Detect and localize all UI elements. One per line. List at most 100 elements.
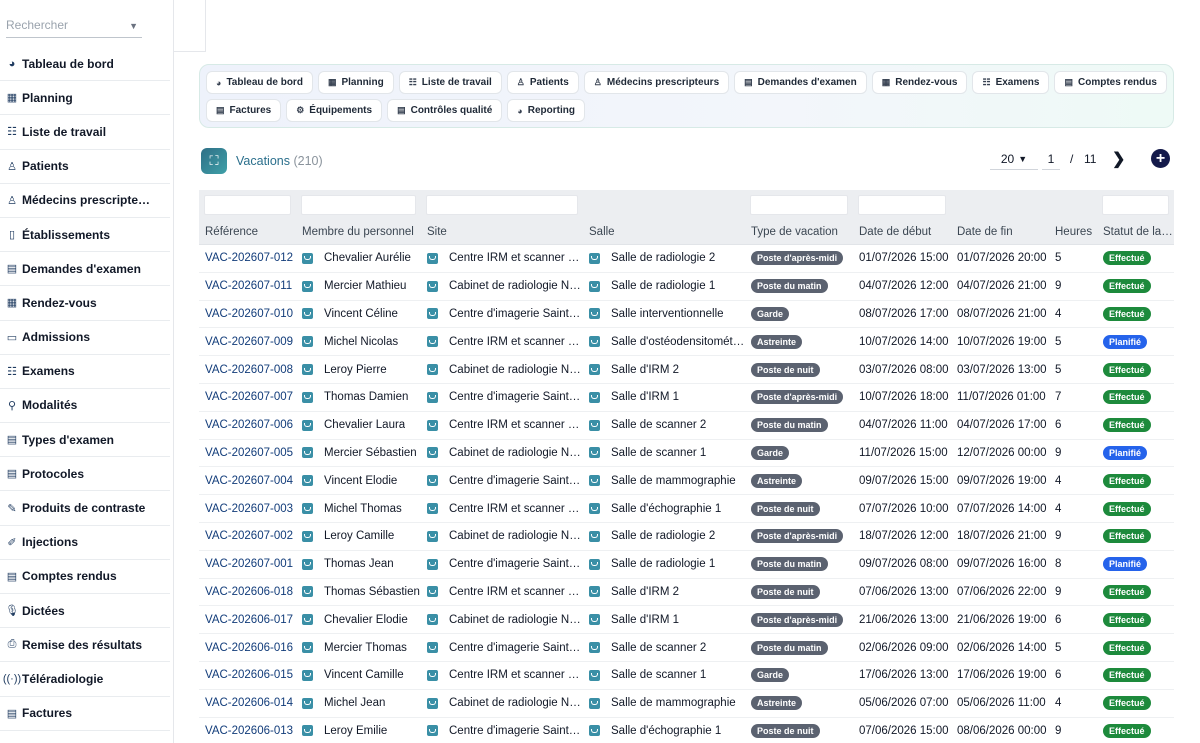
- table-row[interactable]: VAC-202606-014 Michel Jean Cabinet de radi…: [199, 690, 1174, 718]
- reference-cell[interactable]: VAC-202606-018: [199, 586, 296, 598]
- staff-cell[interactable]: Mercier Thomas: [296, 642, 421, 654]
- column-header-date-de-fin[interactable]: Date de fin: [951, 226, 1049, 238]
- table-row[interactable]: VAC-202607-004 Vincent Élodie Centre d'ima…: [199, 467, 1174, 496]
- column-header-site[interactable]: Site: [421, 226, 583, 238]
- current-page-input[interactable]: 1: [1042, 148, 1060, 170]
- reference-cell[interactable]: VAC-202607-010: [199, 308, 296, 320]
- column-header-heures[interactable]: Heures: [1049, 226, 1097, 238]
- room-cell[interactable]: Salle d'IRM 1: [583, 391, 745, 403]
- room-cell[interactable]: Salle de mammographie: [583, 697, 745, 709]
- quick-nav-tableau-de-bord[interactable]: ◕ Tableau de bord: [206, 71, 313, 94]
- staff-cell[interactable]: Vincent Céline: [296, 308, 421, 320]
- room-cell[interactable]: Salle de scanner 1: [583, 447, 745, 459]
- room-cell[interactable]: Salle de radiologie 1: [583, 280, 745, 292]
- quick-nav-liste-de-travail[interactable]: ☷ Liste de travail: [398, 71, 502, 94]
- column-filter-input[interactable]: [426, 195, 578, 215]
- sidebar-item-dictees[interactable]: 🎙 Dictées: [0, 594, 170, 629]
- room-cell[interactable]: Salle d'IRM 1: [583, 614, 745, 626]
- sidebar-item-admissions[interactable]: ▭ Admissions: [0, 321, 170, 355]
- staff-cell[interactable]: Michel Thomas: [296, 503, 421, 515]
- sidebar-item-medecins-prescripte[interactable]: ♙ Médecins prescripte…: [0, 184, 170, 218]
- room-cell[interactable]: Salle de scanner 2: [583, 642, 745, 654]
- room-cell[interactable]: Salle d'ostéodensitomét…: [583, 336, 745, 348]
- site-cell[interactable]: Centre d'imagerie Saint…: [421, 308, 583, 320]
- table-row[interactable]: VAC-202606-017 Chevalier Élodie Cabinet de…: [199, 606, 1174, 635]
- table-row[interactable]: VAC-202607-005 Mercier Sébastien Cabinet d…: [199, 440, 1174, 468]
- sidebar-item-types-d-examen[interactable]: ▤ Types d'examen: [0, 423, 170, 458]
- sidebar-item-patients[interactable]: ♙ Patients: [0, 150, 170, 184]
- staff-cell[interactable]: Chevalier Aurélie: [296, 252, 421, 264]
- site-cell[interactable]: Centre d'imagerie Saint…: [421, 642, 583, 654]
- staff-cell[interactable]: Leroy Camille: [296, 530, 421, 542]
- table-row[interactable]: VAC-202606-013 Leroy Émilie Centre d'image…: [199, 718, 1174, 743]
- staff-cell[interactable]: Leroy Émilie: [296, 725, 421, 737]
- staff-cell[interactable]: Vincent Élodie: [296, 475, 421, 487]
- staff-cell[interactable]: Thomas Damien: [296, 391, 421, 403]
- quick-nav-comptes-rendus[interactable]: ▤ Comptes rendus: [1054, 71, 1167, 94]
- staff-cell[interactable]: Thomas Sébastien: [296, 586, 421, 598]
- table-row[interactable]: VAC-202607-010 Vincent Céline Centre d'ima…: [199, 301, 1174, 329]
- reference-cell[interactable]: VAC-202607-003: [199, 503, 296, 515]
- column-filter-input[interactable]: [750, 195, 848, 215]
- sidebar-item-factures[interactable]: ▤ Factures: [0, 697, 170, 731]
- table-row[interactable]: VAC-202607-007 Thomas Damien Centre d'imag…: [199, 384, 1174, 412]
- table-row[interactable]: VAC-202607-001 Thomas Jean Centre d'imager…: [199, 551, 1174, 579]
- reference-cell[interactable]: VAC-202607-006: [199, 419, 296, 431]
- quick-nav-equipements[interactable]: ⚙ Équipements: [286, 99, 383, 122]
- table-row[interactable]: VAC-202607-011 Mercier Mathieu Cabinet de …: [199, 273, 1174, 301]
- reference-cell[interactable]: VAC-202607-001: [199, 558, 296, 570]
- column-filter-input[interactable]: [1102, 195, 1169, 215]
- page-size-select[interactable]: 20 ▼: [990, 148, 1038, 170]
- reference-cell[interactable]: VAC-202607-012: [199, 252, 296, 264]
- staff-cell[interactable]: Thomas Jean: [296, 558, 421, 570]
- table-row[interactable]: VAC-202607-009 Michel Nicolas Centre IRM e…: [199, 328, 1174, 357]
- room-cell[interactable]: Salle d'IRM 2: [583, 586, 745, 598]
- sidebar-item-etablissements[interactable]: ▯ Établissements: [0, 218, 170, 253]
- sidebar-item-teleradiologie[interactable]: ((·)) Téléradiologie: [0, 662, 170, 697]
- column-filter-input[interactable]: [858, 195, 946, 215]
- sidebar-item-produits-de-contraste[interactable]: ✎ Produits de contraste: [0, 491, 170, 526]
- staff-cell[interactable]: Chevalier Laura: [296, 419, 421, 431]
- room-cell[interactable]: Salle de mammographie: [583, 475, 745, 487]
- sidebar-item-comptes-rendus[interactable]: ▤ Comptes rendus: [0, 560, 170, 594]
- staff-cell[interactable]: Leroy Pierre: [296, 364, 421, 376]
- reference-cell[interactable]: VAC-202606-015: [199, 669, 296, 681]
- reference-cell[interactable]: VAC-202607-008: [199, 364, 296, 376]
- search-input[interactable]: [6, 18, 124, 32]
- column-header-reference[interactable]: Référence: [199, 226, 296, 238]
- reference-cell[interactable]: VAC-202607-005: [199, 447, 296, 459]
- table-row[interactable]: VAC-202606-018 Thomas Sébastien Centre IRM…: [199, 579, 1174, 607]
- reference-cell[interactable]: VAC-202607-007: [199, 391, 296, 403]
- quick-nav-rendez-vous[interactable]: ▦ Rendez-vous: [871, 71, 968, 94]
- reference-cell[interactable]: VAC-202607-011: [199, 280, 296, 292]
- room-cell[interactable]: Salle de radiologie 2: [583, 530, 745, 542]
- sidebar-item-demandes-d-examen[interactable]: ▤ Demandes d'examen: [0, 252, 170, 287]
- site-cell[interactable]: Cabinet de radiologie N…: [421, 280, 583, 292]
- add-button[interactable]: +: [1151, 149, 1170, 168]
- sidebar-item-injections[interactable]: ✐ Injections: [0, 526, 170, 560]
- quick-nav-factures[interactable]: ▤ Factures: [206, 99, 282, 122]
- sidebar-item-examens[interactable]: ☷ Examens: [0, 355, 170, 389]
- room-cell[interactable]: Salle d'IRM 2: [583, 364, 745, 376]
- site-cell[interactable]: Centre d'imagerie Saint…: [421, 558, 583, 570]
- column-header-salle[interactable]: Salle: [583, 226, 745, 238]
- table-row[interactable]: VAC-202607-002 Leroy Camille Cabinet de ra…: [199, 523, 1174, 551]
- reference-cell[interactable]: VAC-202606-014: [199, 697, 296, 709]
- sidebar-item-rendez-vous[interactable]: ▦ Rendez-vous: [0, 286, 170, 321]
- site-cell[interactable]: Centre IRM et scanner …: [421, 586, 583, 598]
- room-cell[interactable]: Salle d'échographie 1: [583, 503, 745, 515]
- room-cell[interactable]: Salle d'échographie 1: [583, 725, 745, 737]
- reference-cell[interactable]: VAC-202607-002: [199, 530, 296, 542]
- column-header-statut-de-la[interactable]: Statut de la …: [1097, 226, 1174, 238]
- site-cell[interactable]: Centre IRM et scanner …: [421, 503, 583, 515]
- column-header-type-de-vacation[interactable]: Type de vacation: [745, 226, 853, 238]
- sidebar-item-planning[interactable]: ▦ Planning: [0, 81, 170, 116]
- reference-cell[interactable]: VAC-202606-013: [199, 725, 296, 737]
- reference-cell[interactable]: VAC-202607-004: [199, 475, 296, 487]
- quick-nav-controles-qualite[interactable]: ▤ Contrôles qualité: [387, 99, 503, 122]
- table-row[interactable]: VAC-202607-008 Leroy Pierre Cabinet de rad…: [199, 356, 1174, 384]
- site-cell[interactable]: Centre IRM et scanner …: [421, 669, 583, 681]
- staff-cell[interactable]: Mercier Sébastien: [296, 447, 421, 459]
- quick-nav-reporting[interactable]: ◕ Reporting: [507, 99, 585, 122]
- staff-cell[interactable]: Chevalier Élodie: [296, 614, 421, 626]
